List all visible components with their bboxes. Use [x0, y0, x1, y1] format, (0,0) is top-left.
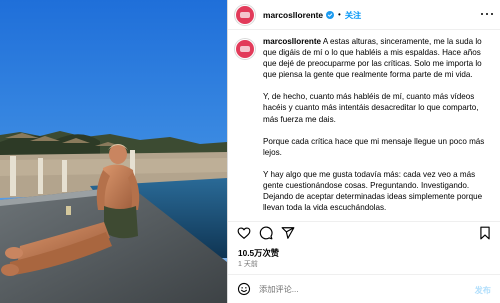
- post-time[interactable]: 1 天前: [238, 259, 258, 269]
- post-photo[interactable]: [0, 0, 227, 303]
- comment-icon[interactable]: [259, 226, 273, 240]
- verified-icon: [326, 10, 335, 19]
- share-icon[interactable]: [281, 226, 295, 240]
- comment-bar: 发布: [228, 274, 500, 303]
- instagram-post: marcosllorente • 关注 marcosllorente A est…: [0, 0, 500, 303]
- bookmark-icon[interactable]: [478, 226, 492, 240]
- follow-button[interactable]: 关注: [345, 9, 361, 21]
- post-image: [0, 0, 227, 303]
- separator-dot: •: [338, 10, 341, 19]
- author-avatar[interactable]: [235, 4, 255, 25]
- heart-icon[interactable]: [237, 226, 251, 240]
- caption-username[interactable]: marcosllorente: [263, 37, 321, 46]
- likes-count[interactable]: 10.5万次赞: [238, 247, 279, 259]
- more-icon[interactable]: [481, 9, 493, 19]
- caption: marcosllorente A estas alturas, sinceram…: [228, 36, 500, 214]
- caption-avatar[interactable]: [235, 39, 255, 59]
- post-header: marcosllorente • 关注: [228, 0, 500, 30]
- caption-paragraph-2: Y, de hecho, cuanto más habléis de mí, c…: [263, 92, 479, 124]
- comment-input[interactable]: [259, 284, 459, 294]
- author-username[interactable]: marcosllorente: [263, 10, 323, 20]
- caption-paragraph-3: Porque cada crítica hace que mi mensaje …: [263, 136, 485, 157]
- post-comment-button[interactable]: 发布: [475, 284, 491, 296]
- post-side-panel: marcosllorente • 关注 marcosllorente A est…: [227, 0, 500, 303]
- caption-paragraph-4: Y hay algo que me gusta todavía más: cad…: [263, 169, 483, 213]
- caption-text: marcosllorente A estas alturas, sinceram…: [263, 36, 493, 214]
- emoji-icon[interactable]: [237, 282, 251, 296]
- caption-paragraph: marcosllorente A estas alturas, sinceram…: [263, 36, 493, 80]
